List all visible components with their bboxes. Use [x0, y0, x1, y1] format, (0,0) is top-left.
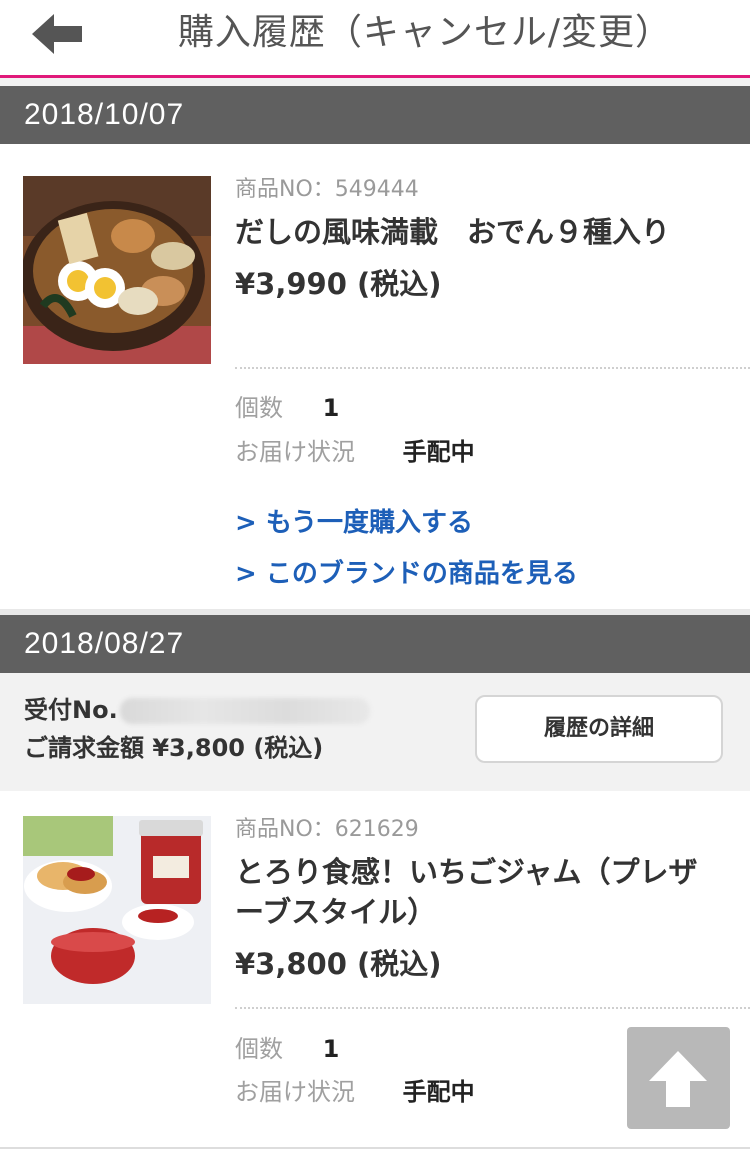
- receipt-label: 受付No.: [24, 696, 118, 724]
- product-price: ¥3,800 (税込): [235, 947, 442, 981]
- delivery-status-row: お届け状況 手配中: [235, 437, 475, 467]
- divider: [235, 1007, 750, 1009]
- order-date-bar: 2018/10/07: [0, 86, 750, 144]
- product-number: 商品NO：549444: [235, 177, 419, 202]
- receipt-number-blurred: [119, 698, 370, 724]
- receipt-number: 受付No.: [24, 695, 370, 725]
- left-arrow-icon[interactable]: [30, 12, 86, 56]
- quantity-label: 個数: [235, 1035, 283, 1063]
- header-shadow: [0, 78, 750, 86]
- product-info: 商品NO：621629 とろり食感！いちごジャム（プレザーブスタイル） ¥3,8…: [235, 816, 750, 984]
- product-name[interactable]: だしの風味満載 おでん９種入り: [235, 212, 750, 252]
- delivery-status-label: お届け状況: [235, 438, 355, 466]
- delivery-status-row: お届け状況 手配中: [235, 1077, 475, 1107]
- rebuy-link[interactable]: > もう一度購入する: [235, 506, 473, 540]
- quantity-label: 個数: [235, 394, 283, 422]
- product-image-jam[interactable]: [23, 816, 211, 1004]
- quantity-value: 1: [322, 394, 340, 422]
- delivery-status-value: 手配中: [402, 438, 475, 466]
- divider: [235, 367, 750, 369]
- product-info: 商品NO：549444 だしの風味満載 おでん９種入り ¥3,990 (税込): [235, 176, 750, 304]
- product-price: ¥3,990 (税込): [235, 267, 442, 301]
- product-image-oden[interactable]: [23, 176, 211, 364]
- order-summary: 受付No. ご請求金額 ¥3,800 (税込) 履歴の詳細: [0, 673, 750, 791]
- order-date-bar: 2018/08/27: [0, 615, 750, 673]
- scroll-to-top-button[interactable]: [627, 1027, 730, 1129]
- history-detail-button[interactable]: 履歴の詳細: [475, 695, 723, 763]
- up-arrow-icon: [649, 1051, 707, 1107]
- delivery-status-value: 手配中: [402, 1078, 475, 1106]
- product-name[interactable]: とろり食感！いちごジャム（プレザーブスタイル）: [235, 852, 750, 932]
- billing-amount: ご請求金額 ¥3,800 (税込): [24, 734, 324, 762]
- quantity-row: 個数 1: [235, 393, 339, 423]
- delivery-status-label: お届け状況: [235, 1078, 355, 1106]
- header: 購入履歴（キャンセル/変更）: [0, 0, 750, 78]
- page-title: 購入履歴（キャンセル/変更）: [177, 12, 673, 53]
- quantity-row: 個数 1: [235, 1034, 339, 1064]
- product-number: 商品NO：621629: [235, 817, 419, 842]
- brand-products-link[interactable]: > このブランドの商品を見る: [235, 557, 578, 591]
- bottom-divider: [0, 1147, 750, 1149]
- quantity-value: 1: [322, 1035, 340, 1063]
